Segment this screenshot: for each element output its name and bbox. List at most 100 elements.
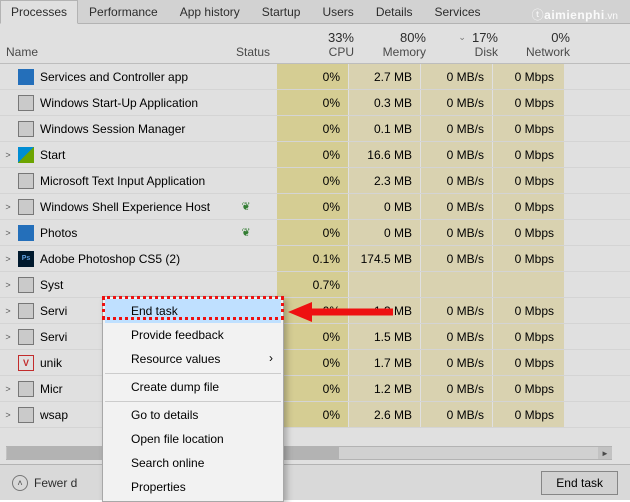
app-icon bbox=[18, 329, 34, 345]
tab-users[interactable]: Users bbox=[311, 0, 364, 23]
app-icon bbox=[18, 95, 34, 111]
expand-icon[interactable]: > bbox=[0, 254, 16, 264]
watermark: ⓣaimienphi.vn bbox=[532, 6, 618, 24]
process-name: Micr bbox=[40, 382, 63, 396]
tab-app-history[interactable]: App history bbox=[169, 0, 251, 23]
table-row[interactable]: >Servi0%1.3 MB0 MB/s0 Mbps bbox=[0, 298, 630, 324]
table-row[interactable]: Windows Session Manager0%0.1 MB0 MB/s0 M… bbox=[0, 116, 630, 142]
tab-processes[interactable]: Processes bbox=[0, 0, 78, 24]
process-name: Microsoft Text Input Application bbox=[40, 174, 205, 188]
disk-cell: 0 MB/s bbox=[420, 142, 492, 167]
disk-cell: 0 MB/s bbox=[420, 220, 492, 245]
cpu-cell: 0.1% bbox=[276, 246, 348, 271]
table-row[interactable]: Services and Controller app0%2.7 MB0 MB/… bbox=[0, 64, 630, 90]
table-row[interactable]: >Servi0%1.5 MB0 MB/s0 Mbps bbox=[0, 324, 630, 350]
memory-cell: 1.2 MB bbox=[348, 376, 420, 401]
cpu-cell: 0% bbox=[276, 220, 348, 245]
process-name-cell: Windows Shell Experience Host bbox=[16, 199, 216, 215]
disk-cell bbox=[420, 272, 492, 297]
menu-open-file-location[interactable]: Open file location bbox=[105, 427, 281, 451]
process-name: Windows Shell Experience Host bbox=[40, 200, 210, 214]
disk-cell: 0 MB/s bbox=[420, 246, 492, 271]
memory-cell: 0.3 MB bbox=[348, 90, 420, 115]
expand-icon[interactable]: > bbox=[0, 150, 16, 160]
app-icon bbox=[18, 277, 34, 293]
memory-cell: 0 MB bbox=[348, 194, 420, 219]
app-icon: Ps bbox=[18, 251, 34, 267]
table-row[interactable]: >Photos❦0%0 MB0 MB/s0 Mbps bbox=[0, 220, 630, 246]
table-row[interactable]: >PsAdobe Photoshop CS5 (2)0.1%174.5 MB0 … bbox=[0, 246, 630, 272]
network-cell: 0 Mbps bbox=[492, 64, 564, 89]
disk-cell: 0 MB/s bbox=[420, 194, 492, 219]
table-row[interactable]: >wsap0%2.6 MB0 MB/s0 Mbps bbox=[0, 402, 630, 428]
memory-cell: 1.7 MB bbox=[348, 350, 420, 375]
expand-icon[interactable]: > bbox=[0, 280, 16, 290]
menu-resource-values[interactable]: Resource values bbox=[105, 347, 281, 371]
menu-search-online[interactable]: Search online bbox=[105, 451, 281, 475]
app-icon bbox=[18, 303, 34, 319]
tab-services[interactable]: Services bbox=[424, 0, 492, 23]
process-name: Photos bbox=[40, 226, 77, 240]
menu-go-to-details[interactable]: Go to details bbox=[105, 401, 281, 427]
column-headers: Name Status 33%CPU 80%Memory 17%Disk 0%N… bbox=[0, 24, 630, 64]
network-cell: 0 Mbps bbox=[492, 376, 564, 401]
menu-properties[interactable]: Properties bbox=[105, 475, 281, 499]
end-task-button[interactable]: End task bbox=[541, 471, 618, 495]
table-row[interactable]: > Micr 0%1.2 MB0 MB/s0 Mbps bbox=[0, 376, 630, 402]
cpu-cell: 0% bbox=[276, 350, 348, 375]
disk-cell: 0 MB/s bbox=[420, 376, 492, 401]
memory-cell: 174.5 MB bbox=[348, 246, 420, 271]
process-name-cell: Start bbox=[16, 147, 216, 163]
tab-details[interactable]: Details bbox=[365, 0, 424, 23]
menu-create-dump-file[interactable]: Create dump file bbox=[105, 373, 281, 399]
expand-icon[interactable]: > bbox=[0, 228, 16, 238]
menu-end-task[interactable]: End task bbox=[105, 299, 281, 323]
table-row[interactable]: Vunik0%1.7 MB0 MB/s0 Mbps bbox=[0, 350, 630, 376]
header-memory[interactable]: 80%Memory bbox=[362, 28, 434, 63]
tab-performance[interactable]: Performance bbox=[78, 0, 169, 23]
table-row[interactable]: Microsoft Text Input Application0%2.3 MB… bbox=[0, 168, 630, 194]
header-disk[interactable]: 17%Disk bbox=[434, 28, 506, 63]
expand-icon[interactable]: > bbox=[0, 410, 16, 420]
app-icon: V bbox=[18, 355, 34, 371]
scroll-right-icon[interactable]: ► bbox=[598, 447, 612, 459]
cpu-cell: 0% bbox=[276, 402, 348, 427]
cpu-cell: 0.7% bbox=[276, 272, 348, 297]
fewer-details-button[interactable]: ˄ Fewer d bbox=[12, 475, 77, 491]
network-cell: 0 Mbps bbox=[492, 116, 564, 141]
app-icon bbox=[18, 407, 34, 423]
memory-cell bbox=[348, 272, 420, 297]
process-name-cell: Microsoft Text Input Application bbox=[16, 173, 216, 189]
header-status[interactable]: Status bbox=[230, 41, 290, 63]
table-row[interactable]: >Windows Shell Experience Host❦0%0 MB0 M… bbox=[0, 194, 630, 220]
disk-cell: 0 MB/s bbox=[420, 350, 492, 375]
cpu-cell: 0% bbox=[276, 64, 348, 89]
expand-icon[interactable]: > bbox=[0, 332, 16, 342]
disk-cell: 0 MB/s bbox=[420, 402, 492, 427]
process-name: Syst bbox=[40, 278, 63, 292]
cpu-cell: 0% bbox=[276, 376, 348, 401]
table-row[interactable]: > Syst 0.7% bbox=[0, 272, 630, 298]
header-network[interactable]: 0%Network bbox=[506, 28, 578, 63]
header-cpu[interactable]: 33%CPU bbox=[290, 28, 362, 63]
table-row[interactable]: Windows Start-Up Application0%0.3 MB0 MB… bbox=[0, 90, 630, 116]
process-name: Servi bbox=[40, 330, 67, 344]
header-name[interactable]: Name bbox=[0, 41, 230, 63]
expand-icon[interactable]: > bbox=[0, 202, 16, 212]
network-cell: 0 Mbps bbox=[492, 168, 564, 193]
tab-startup[interactable]: Startup bbox=[251, 0, 312, 23]
menu-provide-feedback[interactable]: Provide feedback bbox=[105, 323, 281, 347]
memory-cell: 0 MB bbox=[348, 220, 420, 245]
network-cell bbox=[492, 272, 564, 297]
leaf-icon: ❦ bbox=[241, 226, 250, 239]
expand-icon[interactable]: > bbox=[0, 306, 16, 316]
horizontal-scrollbar[interactable]: ◄ ► bbox=[6, 446, 612, 460]
footer-bar: ˄ Fewer d End task bbox=[0, 464, 630, 500]
cpu-cell: 0% bbox=[276, 142, 348, 167]
table-row[interactable]: >Start0%16.6 MB0 MB/s0 Mbps bbox=[0, 142, 630, 168]
cpu-cell: 0% bbox=[276, 298, 348, 323]
expand-icon[interactable]: > bbox=[0, 384, 16, 394]
process-name-cell: Windows Start-Up Application bbox=[16, 95, 216, 111]
disk-cell: 0 MB/s bbox=[420, 64, 492, 89]
app-icon bbox=[18, 147, 34, 163]
